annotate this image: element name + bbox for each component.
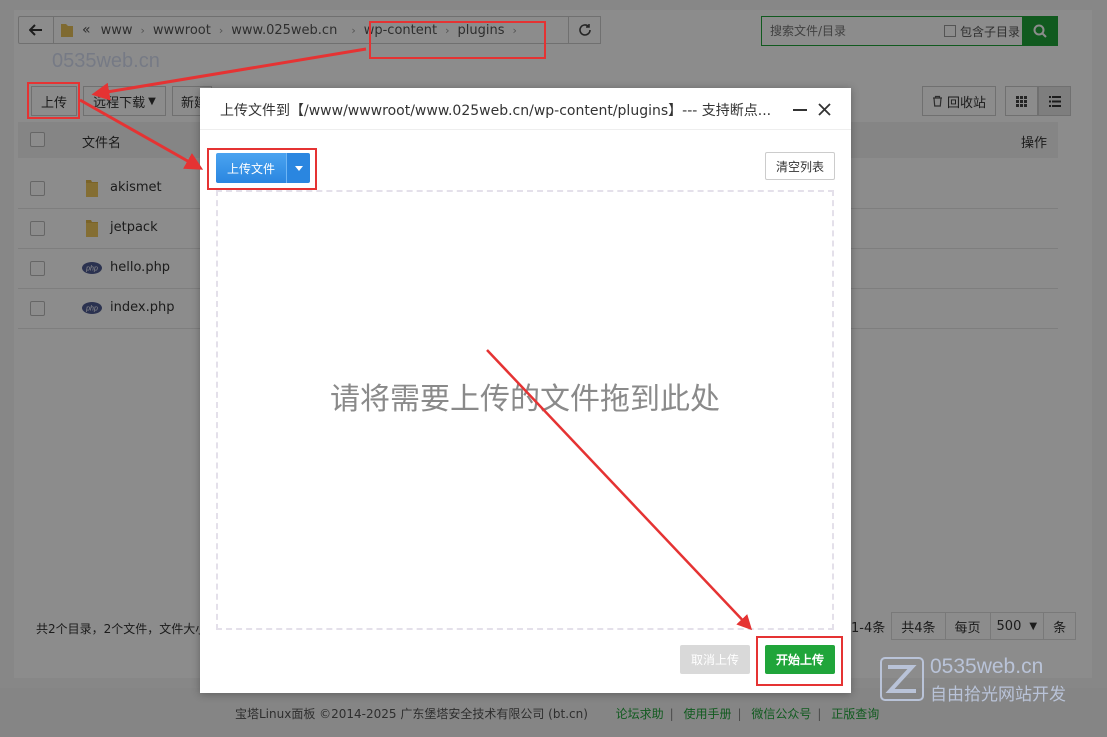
logo-icon bbox=[880, 657, 924, 701]
watermark-brand: 0535web.cn bbox=[930, 655, 1044, 678]
arrow-to-upload-file bbox=[79, 98, 204, 170]
annotation-arrows bbox=[79, 47, 753, 631]
brand-watermark: 0535web.cn 自由拾光网站开发 bbox=[880, 655, 1066, 705]
arrow-to-upload bbox=[91, 47, 367, 101]
arrow-to-start-upload bbox=[486, 349, 753, 631]
watermark-tagline: 自由拾光网站开发 bbox=[930, 685, 1066, 705]
